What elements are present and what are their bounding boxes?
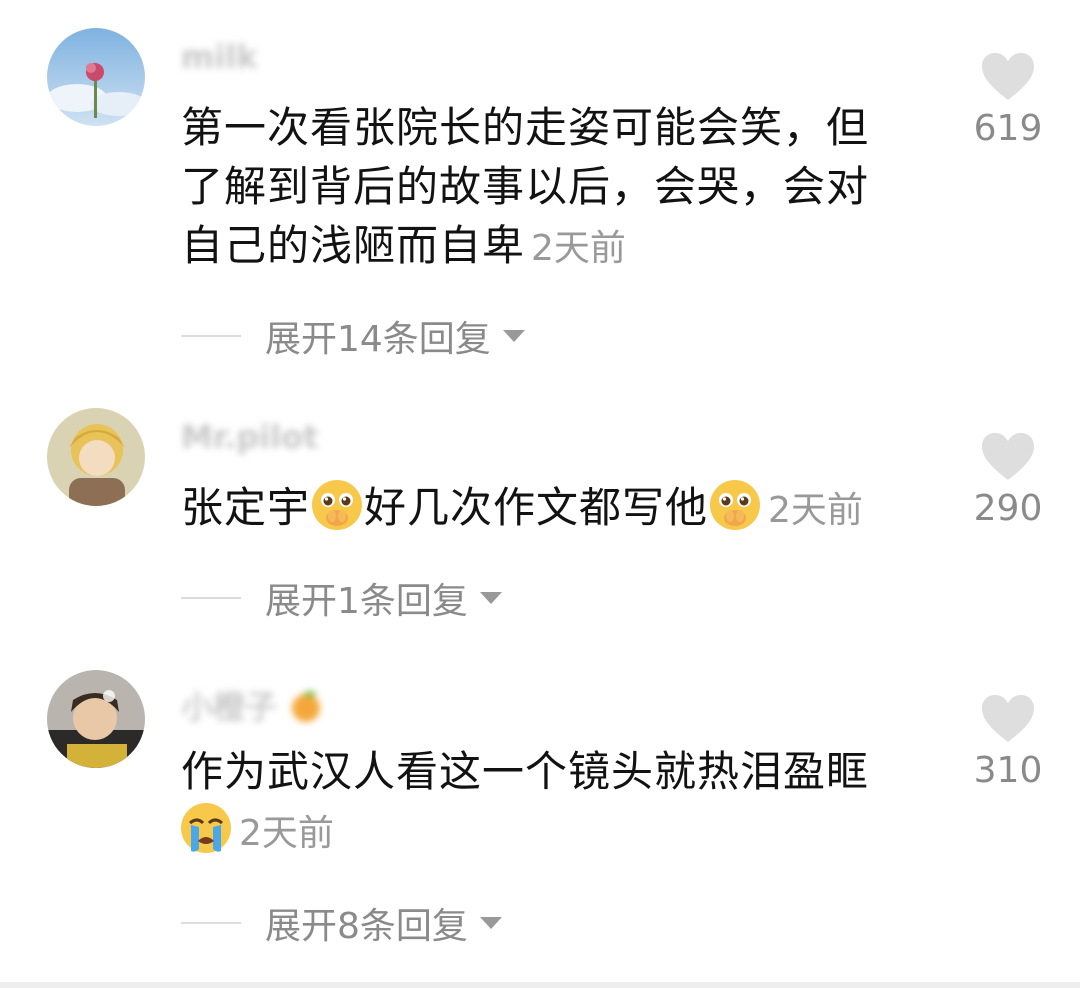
crying-face-emoji [181,803,231,853]
username-text: 小橙子 [181,688,278,726]
comment-body-part2: 好几次作文都写他 [364,483,709,532]
avatar[interactable] [47,670,145,768]
pleading-face-emoji [710,480,761,530]
like-button[interactable]: 290 [968,432,1048,529]
caret-down-icon [479,917,502,929]
like-button[interactable]: 310 [968,694,1048,791]
comment-body-part1: 张定宇 [181,483,311,532]
orange-emoji [292,691,321,722]
pleading-face-emoji [312,480,363,530]
like-button[interactable]: 619 [968,52,1048,149]
comment-text: 第一次看张院长的走姿可能会笑，但了解到背后的故事以后，会哭，会对自己的浅陋而自卑… [181,98,911,278]
username[interactable]: 小橙子 [181,682,324,728]
heart-icon[interactable] [980,52,1036,102]
comment-item: 小橙子 作为武汉人看这一个镜头就热泪盈眶 2天前 310 展开8条回复 [0,650,1080,980]
comment-text: 张定宇 好几次作文都写他 2天前 [181,478,911,540]
username[interactable]: milk [181,38,258,76]
expand-replies-label: 展开1条回复 [265,581,468,622]
expand-replies-button[interactable]: 展开1条回复 [181,573,504,623]
divider-line [181,922,241,924]
comment-time: 2天前 [239,813,334,854]
comment-time: 2天前 [531,228,626,269]
like-count: 619 [973,108,1043,149]
caret-down-icon [479,592,502,604]
heart-icon[interactable] [980,432,1036,482]
expand-replies-label: 展开14条回复 [265,319,491,360]
comment-body: 第一次看张院长的走姿可能会笑，但了解到背后的故事以后，会哭，会对自己的浅陋而自卑 [181,103,870,270]
expand-replies-label: 展开8条回复 [265,906,468,947]
comment-text: 作为武汉人看这一个镜头就热泪盈眶 2天前 [181,742,911,863]
avatar[interactable] [47,408,145,506]
bottom-divider [0,982,1080,988]
divider-line [181,335,241,337]
divider-line [181,597,241,599]
like-count: 290 [973,488,1043,529]
heart-icon[interactable] [980,694,1036,744]
like-count: 310 [973,750,1043,791]
comment-item: Mr.pilot 张定宇 好几次作文都写他 2天前 290 展开1条回复 [0,380,1080,650]
comment-body: 作为武汉人看这一个镜头就热泪盈眶 [181,747,870,796]
comment-item: milk 第一次看张院长的走姿可能会笑，但了解到背后的故事以后，会哭，会对自己的… [0,0,1080,380]
expand-replies-button[interactable]: 展开8条回复 [181,898,504,948]
expand-replies-button[interactable]: 展开14条回复 [181,311,527,361]
caret-down-icon [502,330,525,342]
comment-time: 2天前 [768,490,863,531]
avatar[interactable] [47,28,145,126]
username[interactable]: Mr.pilot [181,418,318,456]
